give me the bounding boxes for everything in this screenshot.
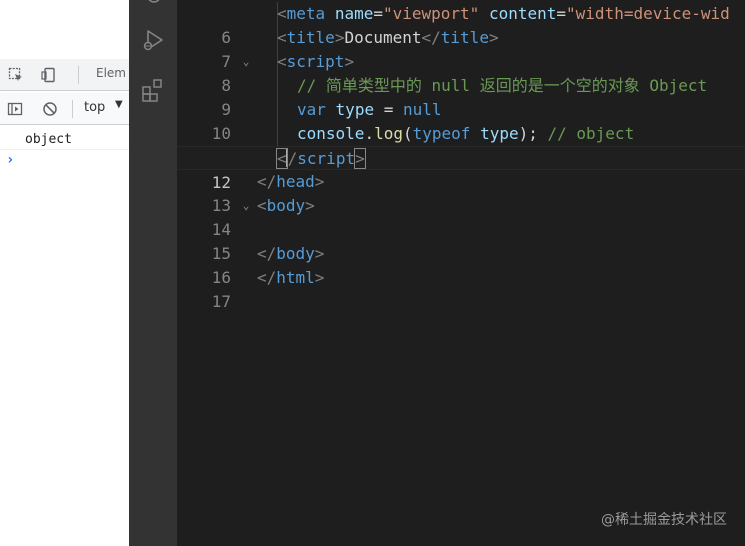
token: script (286, 52, 345, 71)
token: ( (402, 124, 413, 143)
code-content: </script> (276, 147, 366, 171)
token: null (402, 100, 442, 119)
token: typeof (412, 124, 471, 143)
token: title (286, 28, 335, 47)
sidebar-toggle-icon[interactable] (5, 99, 25, 119)
watermark: @稀土掘金技术社区 (601, 512, 727, 528)
token: body (266, 196, 306, 215)
token: > (305, 196, 315, 215)
token: > (334, 28, 345, 47)
code-line[interactable]: 14 ⌄ <body> (177, 194, 745, 239)
token: < (277, 52, 287, 71)
code-content: <script> (277, 50, 354, 74)
token: console (297, 124, 365, 143)
token: Document (344, 28, 422, 47)
token: ); (518, 124, 538, 143)
toolbar-divider (72, 100, 73, 118)
token: var (297, 100, 326, 119)
token: type (335, 100, 375, 119)
device-toolbar-icon[interactable] (38, 65, 58, 85)
devtools-main-toolbar: Elem (0, 59, 129, 91)
token: > (488, 28, 499, 47)
clear-console-icon[interactable] (40, 99, 60, 119)
token: = (374, 100, 403, 119)
token: script (297, 149, 356, 168)
devtools-panel: Elem top ▼ object › (0, 0, 129, 546)
code-line[interactable]: 6 <meta name="viewport" content="width=d… (177, 2, 745, 47)
code-editor[interactable]: 6 <meta name="viewport" content="width=d… (177, 0, 745, 546)
token: // object (547, 124, 635, 143)
token: "viewport" (382, 4, 480, 23)
tab-elements[interactable]: Elem (96, 66, 126, 80)
code-line[interactable]: 10 var type = null (177, 98, 745, 143)
token: < (277, 28, 287, 47)
console-message: object (0, 128, 129, 150)
token: > (314, 172, 325, 191)
code-line[interactable]: 9 // 简单类型中的 null 返回的是一个空的对象 Object (177, 74, 745, 119)
token: type (480, 124, 519, 143)
token: title (440, 28, 489, 47)
console-output-text: object (25, 132, 72, 147)
token: content (488, 4, 557, 23)
code-line[interactable]: 7 <title>Document</title> (177, 26, 745, 71)
code-line[interactable]: 15 (177, 218, 745, 263)
context-selector[interactable]: top (84, 100, 105, 115)
token: // 简单类型中的 null 返回的是一个空的对象 Object (297, 76, 708, 95)
console-toolbar: top ▼ (0, 93, 129, 125)
code-content: var type = null (297, 98, 442, 122)
search-icon[interactable] (137, 0, 169, 14)
code-content: </html> (257, 266, 324, 290)
token: = (556, 4, 567, 23)
code-line-current[interactable]: 12 </script> (177, 146, 745, 192)
chevron-down-icon[interactable]: ▼ (115, 99, 123, 110)
token: head (276, 172, 315, 191)
token: </ (257, 244, 277, 263)
code-line[interactable]: 13 </head> (177, 170, 745, 215)
token: name (334, 4, 374, 23)
token: log (374, 124, 403, 143)
code-content: console.log(typeof type); // object (297, 122, 634, 146)
code-line[interactable]: 8 ⌄ <script> (177, 50, 745, 95)
code-line[interactable]: 11 console.log(typeof type); // object (177, 122, 745, 167)
run-debug-icon[interactable] (137, 24, 169, 56)
token: </ (257, 268, 277, 287)
token: < (277, 4, 287, 23)
line-number: 17 (211, 292, 231, 311)
token: html (276, 268, 315, 287)
inspect-element-icon[interactable] (6, 65, 26, 85)
token: </ (421, 28, 441, 47)
token: > (314, 268, 325, 287)
code-content: </body> (257, 242, 324, 266)
token: > (344, 52, 355, 71)
fold-chevron-icon[interactable]: ⌄ (240, 194, 252, 218)
token: = (373, 4, 383, 23)
code-content: <meta name="viewport" content="width=dev… (277, 2, 730, 26)
code-content: <title>Document</title> (277, 26, 499, 50)
console-prompt-icon[interactable]: › (6, 152, 14, 168)
extensions-icon[interactable] (137, 74, 169, 106)
code-content: // 简单类型中的 null 返回的是一个空的对象 Object (297, 74, 707, 98)
code-content: </head> (257, 170, 324, 194)
token: > (314, 244, 325, 263)
token: < (257, 196, 267, 215)
toolbar-divider (78, 66, 79, 84)
token: . (364, 124, 375, 143)
code-line[interactable]: 17 </html> (177, 266, 745, 311)
activity-bar (129, 0, 177, 546)
token: body (276, 244, 315, 263)
token: </ (257, 172, 277, 191)
code-content: <body> (257, 194, 315, 218)
fold-chevron-icon[interactable]: ⌄ (240, 50, 252, 74)
token: meta (286, 4, 326, 23)
code-line[interactable]: 16 </body> (177, 242, 745, 287)
token: / (287, 149, 298, 168)
token: "width=device-wid (566, 4, 730, 23)
token: > (354, 148, 366, 169)
